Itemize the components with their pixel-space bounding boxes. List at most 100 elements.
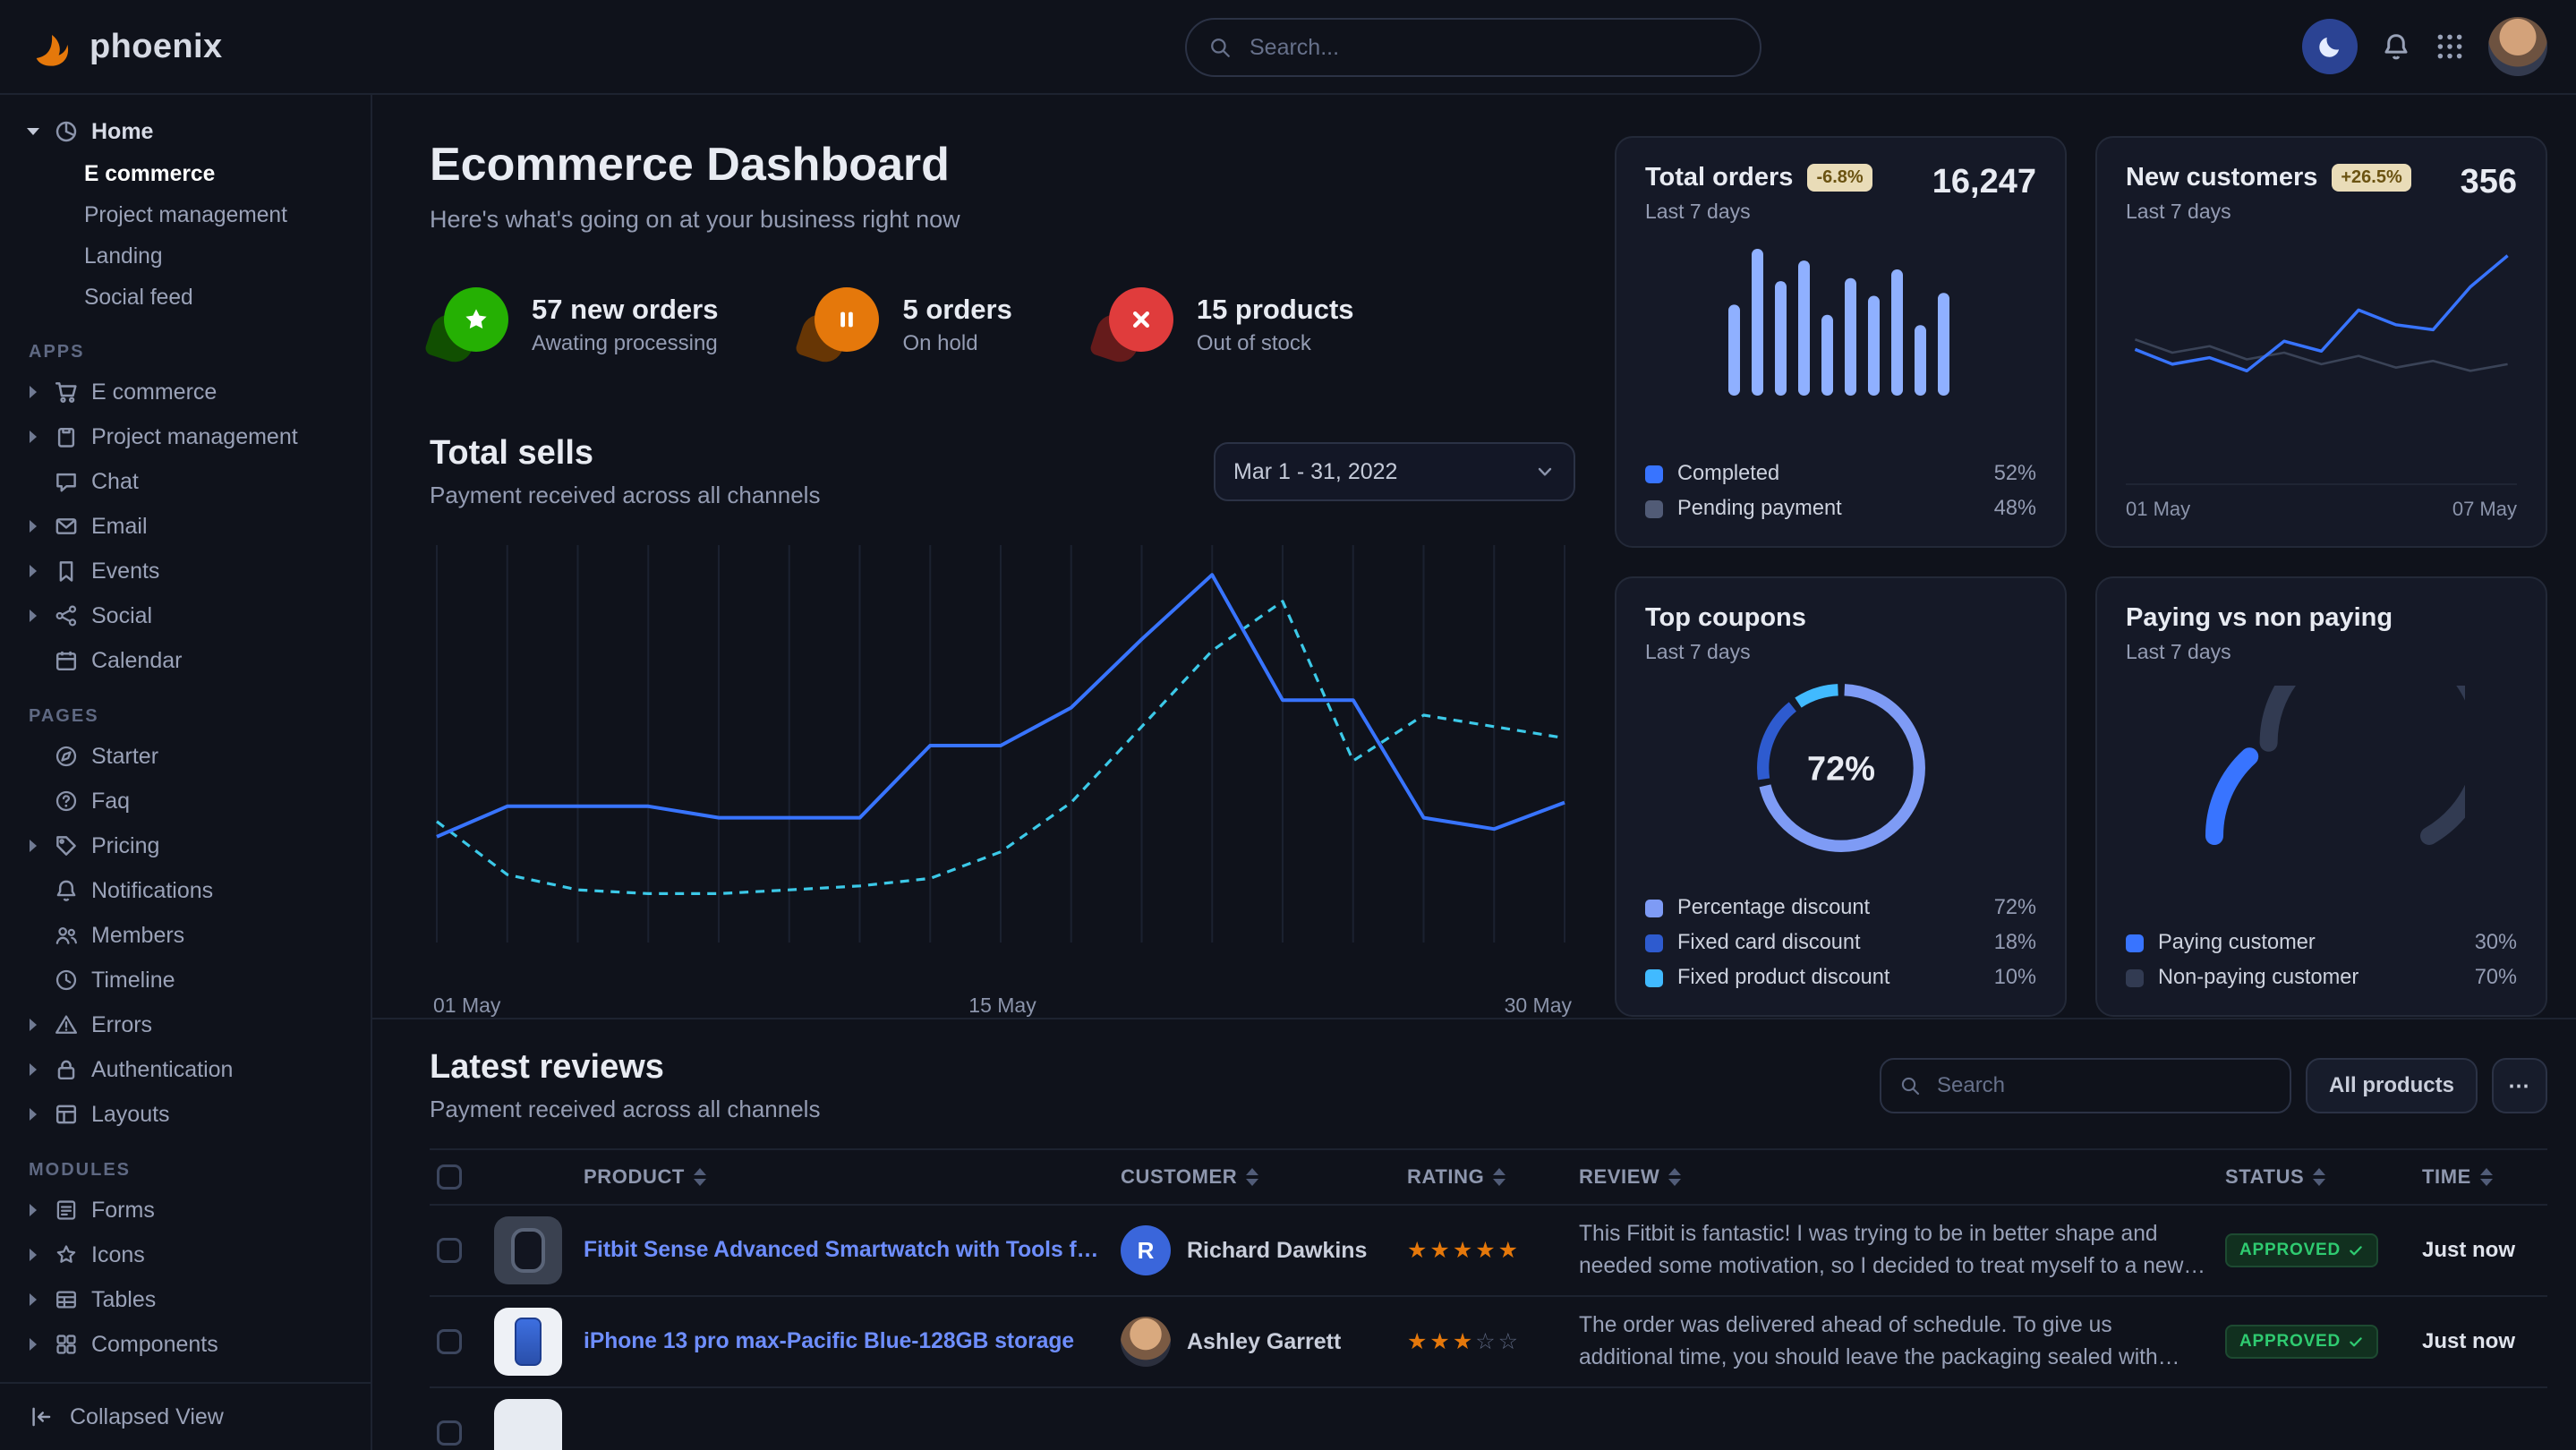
reviews-search-input[interactable] (1933, 1071, 2272, 1100)
tag-icon (54, 833, 79, 858)
question-icon (54, 789, 79, 814)
stat-out-of-stock-icon (1095, 287, 1173, 362)
users-icon (54, 923, 79, 948)
sort-icon[interactable] (2313, 1168, 2325, 1186)
sidebar-subitem-social-feed[interactable]: Social feed (18, 277, 353, 319)
stat-title: 5 orders (902, 294, 1011, 326)
legend-value: 72% (1994, 896, 2036, 920)
sidebar-item-label: Layouts (91, 1102, 170, 1128)
collapse-label: Collapsed View (70, 1404, 224, 1430)
reviews-table: PRODUCT CUSTOMER RATING REVIEW STATUS TIME Fi… (430, 1148, 2547, 1450)
select-all-checkbox[interactable] (437, 1164, 462, 1190)
sidebar-item-timeline[interactable]: Timeline (18, 958, 353, 1002)
x-axis-label: 01 May (2126, 498, 2190, 521)
bell-icon (54, 878, 79, 903)
sidebar-subitem-project-management[interactable]: Project management (18, 195, 353, 236)
product-link[interactable]: Fitbit Sense Advanced Smartwatch with To… (584, 1238, 1103, 1263)
theme-toggle-button[interactable] (2302, 19, 2358, 74)
moon-icon (2316, 33, 2343, 60)
product-image (494, 1399, 562, 1450)
customer-avatar: R (1121, 1225, 1171, 1275)
column-header-product[interactable]: PRODUCT (584, 1165, 1103, 1189)
column-header-customer[interactable]: CUSTOMER (1121, 1165, 1389, 1189)
sidebar-item-home[interactable]: Home (18, 109, 353, 154)
total-sells-subtitle: Payment received across all channels (430, 482, 820, 509)
x-axis-label: 30 May (1505, 994, 1572, 1018)
sidebar-item-starter[interactable]: Starter (18, 734, 353, 779)
row-checkbox[interactable] (437, 1329, 462, 1354)
legend-value: 18% (1994, 931, 2036, 955)
chevron-right-icon (25, 565, 41, 577)
star-icon (54, 1242, 79, 1267)
sidebar-item-notifications[interactable]: Notifications (18, 868, 353, 913)
sidebar-item-members[interactable]: Members (18, 913, 353, 958)
cart-icon (54, 380, 79, 405)
product-link[interactable]: iPhone 13 pro max-Pacific Blue-128GB sto… (584, 1329, 1103, 1354)
column-header-status[interactable]: STATUS (2225, 1165, 2404, 1189)
sidebar-item-calendar[interactable]: Calendar (18, 638, 353, 683)
date-range-select[interactable]: Mar 1 - 31, 2022 (1214, 442, 1575, 501)
column-header-time[interactable]: TIME (2422, 1165, 2547, 1189)
sidebar-item-layouts[interactable]: Layouts (18, 1092, 353, 1137)
notifications-button[interactable] (2381, 31, 2411, 62)
sort-icon[interactable] (2480, 1168, 2493, 1186)
row-checkbox[interactable] (437, 1420, 462, 1446)
top-coupons-donut-chart: 72% (1741, 668, 1941, 868)
profile-avatar[interactable] (2488, 17, 2547, 76)
sidebar-item-label: Project management (91, 424, 298, 450)
chevron-right-icon (25, 1019, 41, 1031)
sidebar-subitem-landing[interactable]: Landing (18, 236, 353, 277)
sidebar-item-forms[interactable]: Forms (18, 1188, 353, 1232)
sidebar-item-e-commerce[interactable]: E commerce (18, 370, 353, 414)
review-time: Just now (2422, 1238, 2547, 1263)
kpi-cards: Total orders -6.8% Last 7 days 16,247 Co… (1615, 127, 2547, 1018)
legend-label: Completed (1677, 462, 1980, 486)
review-row-partial (430, 1388, 2547, 1450)
rating-stars: ★★★☆☆ (1407, 1328, 1561, 1355)
global-search-input[interactable] (1246, 33, 1738, 63)
collapse-sidebar-button[interactable]: Collapsed View (0, 1382, 371, 1450)
sidebar-item-label: Email (91, 514, 148, 540)
card-period: Last 7 days (2126, 200, 2411, 224)
sidebar-item-errors[interactable]: Errors (18, 1002, 353, 1047)
column-header-label: REVIEW (1579, 1165, 1659, 1189)
row-checkbox[interactable] (437, 1238, 462, 1263)
sidebar-item-icons[interactable]: Icons (18, 1232, 353, 1277)
trend-badge: -6.8% (1807, 164, 1872, 192)
app-launcher-button[interactable] (2435, 31, 2465, 62)
legend-item-paying-customer: Paying customer30% (2126, 931, 2517, 955)
sidebar-item-components[interactable]: Components (18, 1322, 353, 1367)
more-options-button[interactable]: ⋯ (2492, 1058, 2547, 1113)
review-time: Just now (2422, 1329, 2547, 1354)
sidebar-item-events[interactable]: Events (18, 549, 353, 593)
reviews-search[interactable] (1880, 1058, 2291, 1113)
reviews-table-body: Fitbit Sense Advanced Smartwatch with To… (430, 1206, 2547, 1450)
sort-icon[interactable] (1668, 1168, 1681, 1186)
sort-icon[interactable] (1493, 1168, 1506, 1186)
sidebar-item-social[interactable]: Social (18, 593, 353, 638)
app-root: phoenix HomeE commerceProject management… (0, 0, 2576, 1450)
sidebar-subitem-e-commerce[interactable]: E commerce (18, 154, 353, 195)
sidebar-item-faq[interactable]: Faq (18, 779, 353, 823)
global-search[interactable] (1185, 18, 1761, 77)
sort-icon[interactable] (694, 1168, 706, 1186)
brand[interactable]: phoenix (29, 23, 222, 70)
legend-item-pending-payment: Pending payment48% (1645, 497, 2036, 521)
sidebar-item-authentication[interactable]: Authentication (18, 1047, 353, 1092)
sidebar-item-tables[interactable]: Tables (18, 1277, 353, 1322)
page-title: Ecommerce Dashboard (430, 138, 1575, 192)
chevron-right-icon (25, 1249, 41, 1261)
card-title: Top coupons (1645, 603, 1806, 633)
sidebar-item-label: Events (91, 559, 159, 584)
sidebar-item-chat[interactable]: Chat (18, 459, 353, 504)
sidebar-item-project-management[interactable]: Project management (18, 414, 353, 459)
sidebar-item-email[interactable]: Email (18, 504, 353, 549)
sidebar-item-label: Chat (91, 469, 139, 495)
sort-icon[interactable] (1246, 1168, 1258, 1186)
brand-name: phoenix (90, 28, 222, 66)
rating-stars: ★★★★★ (1407, 1237, 1561, 1264)
column-header-review[interactable]: REVIEW (1579, 1165, 2207, 1189)
column-header-rating[interactable]: RATING (1407, 1165, 1561, 1189)
sidebar-item-pricing[interactable]: Pricing (18, 823, 353, 868)
all-products-button[interactable]: All products (2306, 1058, 2478, 1113)
